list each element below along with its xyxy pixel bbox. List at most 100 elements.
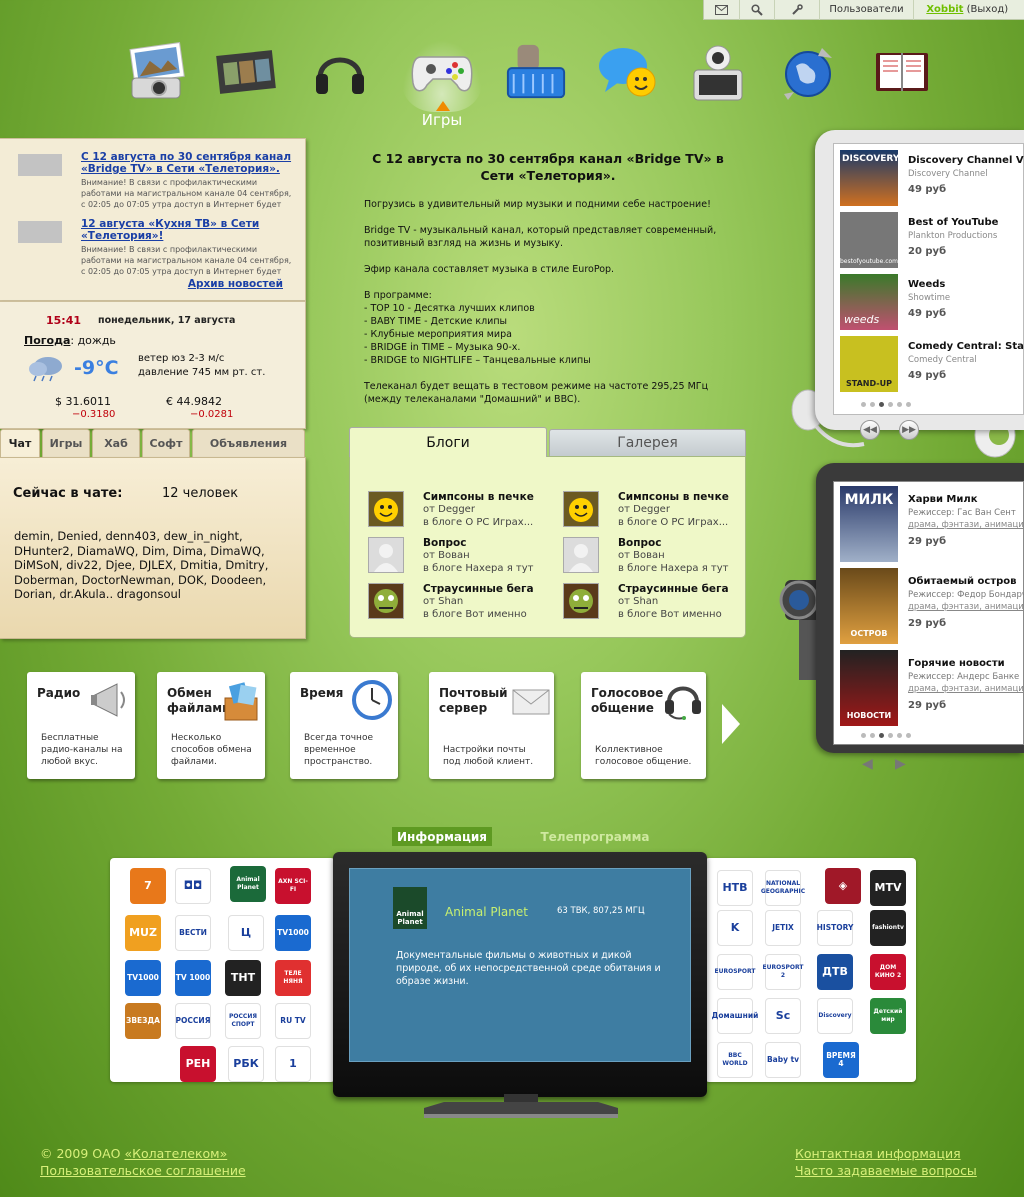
left-channel-logo[interactable]: ◘◘: [175, 868, 211, 904]
store-item[interactable]: НОВОСТИ Горячие новости Режиссер: Андерс…: [840, 650, 1024, 730]
left-channel-logo[interactable]: РОССИЯ: [175, 1003, 211, 1039]
left-channel-logo[interactable]: 7: [130, 868, 166, 904]
blog-entry[interactable]: Вопрос от Вован в блоге Нахера я тут: [368, 533, 558, 574]
blog-source[interactable]: в блоге Вот именно: [423, 609, 527, 620]
right-channel-logo[interactable]: JETIX: [765, 910, 801, 946]
right-channel-logo[interactable]: Домашний: [712, 998, 758, 1034]
item-title[interactable]: Харви Милк: [908, 494, 978, 505]
globe-icon[interactable]: [776, 40, 840, 104]
item-genres[interactable]: драма, фэнтази, анимационный: [908, 602, 1024, 612]
blog-entry[interactable]: Страусинные бега от Shan в блоге Вот име…: [368, 579, 558, 620]
news-title-link[interactable]: 12 августа «Кухня ТВ» в Сети «Телетория»…: [81, 218, 296, 242]
news-title-link[interactable]: С 12 августа по 30 сентября канал «Bridg…: [81, 151, 296, 175]
right-channel-logo[interactable]: ДОМ КИНО 2: [870, 954, 906, 990]
tab-blogs[interactable]: Блоги: [349, 427, 547, 457]
right-channel-logo[interactable]: НТВ: [717, 870, 753, 906]
tab-soft[interactable]: Софт: [142, 429, 190, 457]
service-card-mail[interactable]: Почтовый сервер Настройки почты под любо…: [429, 672, 554, 779]
blog-entry[interactable]: Вопрос от Вован в блоге Нахера я тут: [563, 533, 753, 574]
left-channel-logo[interactable]: РОССИЯ СПОРТ: [225, 1003, 261, 1039]
blog-source[interactable]: в блоге Нахера я тут: [618, 563, 728, 574]
blog-title[interactable]: Страусинные бега: [618, 583, 729, 595]
store-item[interactable]: weeds Weeds Showtime 49 руб: [840, 274, 1024, 334]
left-channel-logo[interactable]: Ц: [228, 915, 264, 951]
item-title[interactable]: Discovery Channel Video: [908, 155, 1024, 166]
blog-entry[interactable]: Симпсоны в печке от Degger в блоге О PC …: [368, 487, 558, 528]
right-channel-logo[interactable]: Baby tv: [765, 1042, 801, 1078]
right-channel-logo[interactable]: fashiontv: [870, 910, 906, 946]
right-channel-logo[interactable]: ◈: [825, 868, 861, 904]
right-channel-logo[interactable]: Детский мир: [870, 998, 906, 1034]
left-channel-logo[interactable]: RU TV: [275, 1003, 311, 1039]
blog-author[interactable]: от Shan: [423, 596, 463, 607]
blog-source[interactable]: в блоге Нахера я тут: [423, 563, 533, 574]
left-channel-logo[interactable]: РЕН: [180, 1046, 216, 1082]
tab-ads[interactable]: Объявления: [192, 429, 305, 457]
right-channel-logo[interactable]: HISTORY: [817, 910, 853, 946]
user-agreement-link[interactable]: Пользовательское соглашение: [40, 1163, 246, 1178]
blog-title[interactable]: Страусинные бега: [423, 583, 534, 595]
services-next-arrow-icon[interactable]: [720, 702, 742, 746]
left-channel-logo[interactable]: MUZ: [125, 915, 161, 951]
store-item[interactable]: bestofyoutube.com Best of YouTube Plankt…: [840, 212, 1024, 272]
film-strip-icon[interactable]: [214, 40, 278, 104]
right-channel-logo[interactable]: EUROSPORT 2: [763, 954, 803, 990]
item-title[interactable]: Горячие новости: [908, 658, 1005, 669]
blog-author[interactable]: от Degger: [618, 504, 670, 515]
gamepad-icon[interactable]: [410, 40, 474, 104]
logout-link[interactable]: (Выход): [967, 4, 1009, 15]
store-item[interactable]: МИЛК Харви Милк Режиссер: Гас Ван Сент д…: [840, 486, 1024, 566]
left-channel-logo[interactable]: TV1000: [275, 915, 311, 951]
blog-author[interactable]: от Вован: [618, 550, 665, 561]
left-channel-logo[interactable]: TV 1000: [175, 960, 211, 996]
pager-dots[interactable]: [861, 733, 911, 738]
blog-author[interactable]: от Shan: [618, 596, 658, 607]
next-arrow-icon[interactable]: ▶: [895, 756, 906, 772]
prev-button[interactable]: ◀◀: [860, 420, 880, 440]
username-link[interactable]: Xobbit: [926, 4, 963, 15]
blog-author[interactable]: от Вован: [423, 550, 470, 561]
store-item[interactable]: ОСТРОВ Обитаемый остров Режиссер: Федор …: [840, 568, 1024, 648]
contacts-link[interactable]: Контактная информация: [795, 1146, 961, 1161]
next-button[interactable]: ▶▶: [899, 420, 919, 440]
right-channel-logo[interactable]: Sc: [765, 998, 801, 1034]
tab-chat[interactable]: Чат: [0, 429, 40, 457]
photo-camera-icon[interactable]: [124, 40, 188, 104]
item-title[interactable]: Обитаемый остров: [908, 576, 1016, 587]
tab-games[interactable]: Игры: [42, 429, 90, 457]
item-genres[interactable]: драма, фэнтази, анимационный: [908, 520, 1024, 530]
blog-source[interactable]: в блоге О PC Играх...: [618, 517, 728, 528]
service-card-radio[interactable]: Радио Бесплатные радио-каналы на любой в…: [27, 672, 135, 779]
blog-title[interactable]: Вопрос: [423, 537, 466, 549]
left-channel-logo[interactable]: 1: [275, 1046, 311, 1082]
pager-dots[interactable]: [861, 402, 911, 407]
right-channel-logo[interactable]: Discovery: [817, 998, 853, 1034]
blog-source[interactable]: в блоге О PC Играх...: [423, 517, 533, 528]
blog-author[interactable]: от Degger: [423, 504, 475, 515]
left-channel-logo[interactable]: ТЕЛЕ НЯНЯ: [275, 960, 311, 996]
item-title[interactable]: Weeds: [908, 279, 945, 290]
left-channel-logo[interactable]: РБК: [228, 1046, 264, 1082]
store-item[interactable]: STAND-UP Comedy Central: Stand-up Comedy…: [840, 336, 1024, 396]
settings-icon[interactable]: [775, 0, 820, 20]
right-channel-logo[interactable]: EUROSPORT: [715, 954, 755, 990]
blog-entry[interactable]: Страусинные бега от Shan в блоге Вот име…: [563, 579, 753, 620]
webcam-icon[interactable]: [686, 40, 750, 104]
blog-title[interactable]: Вопрос: [618, 537, 661, 549]
search-icon[interactable]: [740, 0, 775, 20]
item-title[interactable]: Best of YouTube: [908, 217, 998, 228]
service-card-voice[interactable]: Голосовое общение Коллективное голосовое…: [581, 672, 706, 779]
weather-link[interactable]: Погода: [24, 334, 70, 347]
blog-source[interactable]: в блоге Вот именно: [618, 609, 722, 620]
planner-icon[interactable]: [870, 40, 934, 104]
prev-arrow-icon[interactable]: ◀: [862, 756, 873, 772]
left-channel-logo[interactable]: TV1000: [125, 960, 161, 996]
company-link[interactable]: «Колателеком»: [124, 1146, 227, 1161]
tab-hub[interactable]: Хаб: [92, 429, 140, 457]
news-archive-link[interactable]: Архив новостей: [188, 278, 283, 290]
tab-info[interactable]: Информация: [392, 827, 492, 846]
tab-gallery[interactable]: Галерея: [549, 429, 746, 456]
item-title[interactable]: Comedy Central: Stand-up: [908, 341, 1024, 352]
store-item[interactable]: DISCOVERY Discovery Channel Video Discov…: [840, 150, 1024, 210]
right-channel-logo[interactable]: BBC WORLD: [717, 1042, 753, 1078]
